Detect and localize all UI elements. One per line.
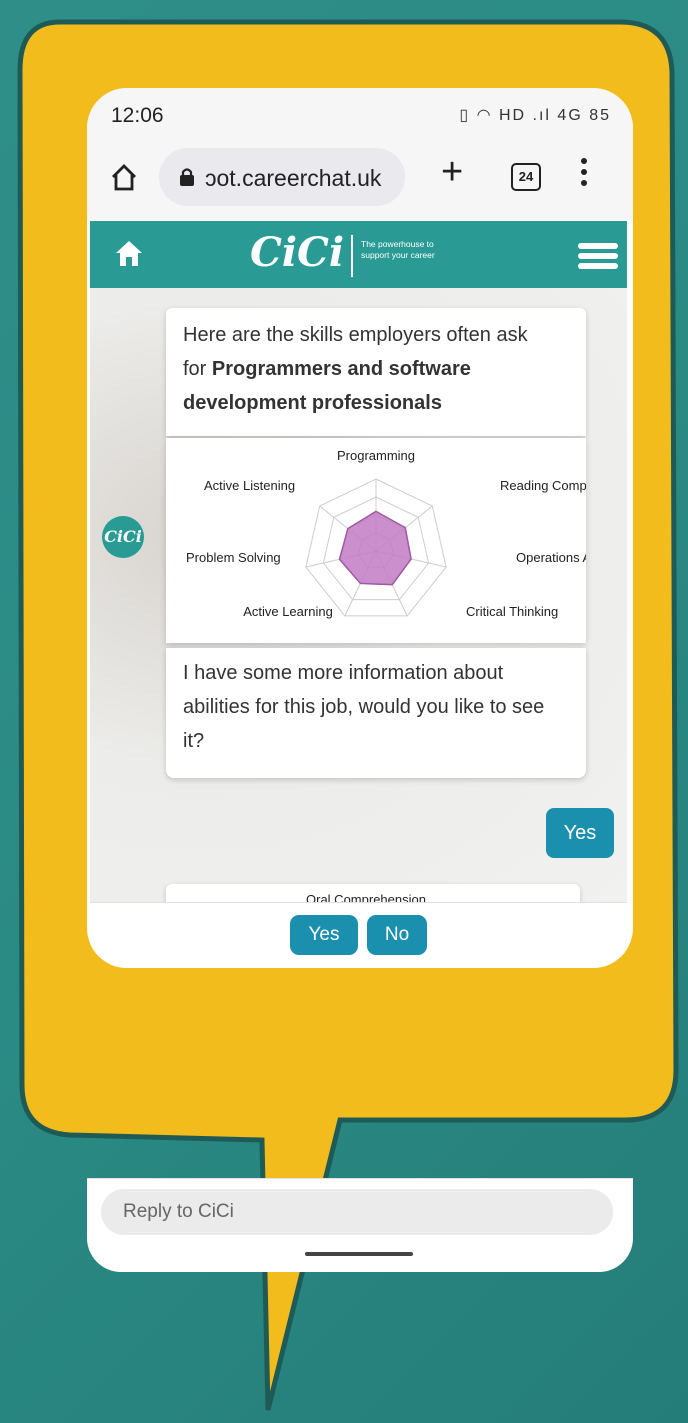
status-time: 12:06 [111,104,164,127]
skills-radar-chart-card: Programming Reading Comprehe Operations An… [166,438,616,643]
home-icon[interactable] [114,239,144,267]
status-bar: 12:06 ▯ ◠ HD .ıl 4G 85 [87,88,633,138]
radar-axis-label: Programming [337,448,415,463]
cici-logo: CiCi [250,229,345,276]
radar-axis-label: Oral Comprehension [306,892,426,902]
gesture-handle[interactable] [305,1252,413,1256]
radar-axis-label: Problem Solving [186,550,281,565]
browser-home-icon[interactable] [109,162,139,192]
reply-input-placeholder: Reply to CiCi [123,1201,234,1222]
quick-reply-no-button[interactable]: No [367,915,427,955]
new-tab-icon[interactable]: + [441,152,463,192]
app-header: CiCi The powerhouse to support your care… [90,221,627,288]
gesture-bar-area [87,1238,633,1272]
reply-input-container: Reply to CiCi [87,1178,633,1239]
radar-axis-label: Reading Comprehe [500,478,586,493]
lock-icon [180,168,194,186]
radar-axis-label: Active Learning [243,604,333,619]
reply-input[interactable]: Reply to CiCi [101,1189,613,1235]
address-bar[interactable]: ɔot.careerchat.uk [159,148,405,206]
quick-reply-yes-button[interactable]: Yes [290,915,358,955]
url-text: ɔot.careerchat.uk [205,165,382,191]
logo-tagline: The powerhouse to support your career [361,239,435,260]
logo-divider [351,235,353,277]
tab-count-button[interactable]: 24 [511,163,541,191]
quick-reply-bar: Yes No [90,902,627,968]
phone-screen: 12:06 ▯ ◠ HD .ıl 4G 85 ɔot.careerchat.uk… [87,88,633,968]
abilities-radar-chart: Oral ComprehensionOral ExpressionDeducti… [306,892,426,902]
chat-thread[interactable]: Here are the skills employers often ask … [90,288,627,902]
abilities-radar-chart-card: Oral ComprehensionOral ExpressionDeducti… [166,884,580,902]
hamburger-menu-icon[interactable] [578,243,618,273]
radar-axis-label: Operations Analy [516,550,586,565]
status-icons: ▯ ◠ HD .ıl 4G 85 [459,107,611,124]
bot-message-more-info: I have some more information about abili… [166,648,586,778]
skills-radar-chart: Programming Reading Comprehe Operations An… [186,448,616,619]
radar-axis-label: Active Listening [204,478,295,493]
browser-toolbar: ɔot.careerchat.uk + 24 [87,138,633,220]
radar-series-area [338,510,412,586]
user-message-yes: Yes [546,808,614,858]
cici-avatar: CiCi [102,516,144,558]
bot-message-skills-intro: Here are the skills employers often ask … [166,308,586,436]
radar-axis-label: Critical Thinking [466,604,558,619]
browser-menu-icon[interactable] [581,158,587,191]
